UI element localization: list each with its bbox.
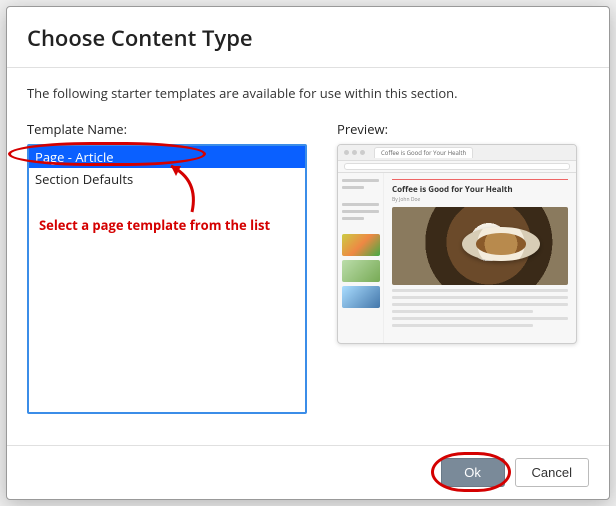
- dialog-footer: Ok Cancel: [7, 445, 609, 499]
- list-item[interactable]: Section Defaults: [29, 168, 305, 190]
- choose-content-type-dialog: Choose Content Type The following starte…: [6, 6, 610, 500]
- dialog-header: Choose Content Type: [7, 7, 609, 68]
- preview-main: Coffee is Good for Your Health By John D…: [384, 173, 576, 343]
- preview-article-image: [392, 207, 568, 285]
- template-listbox[interactable]: Page - Article Section Defaults: [27, 144, 307, 414]
- preview-byline: By John Doe: [392, 197, 568, 203]
- browser-chrome-top: Coffee is Good for Your Health: [338, 145, 576, 161]
- dialog-title: Choose Content Type: [27, 23, 589, 53]
- preview-label: Preview:: [337, 120, 589, 138]
- ok-button[interactable]: Ok: [441, 458, 505, 487]
- preview-article-title: Coffee is Good for Your Health: [392, 184, 568, 195]
- preview-sidebar: [338, 173, 384, 343]
- intro-text: The following starter templates are avai…: [27, 84, 589, 102]
- browser-tab-title: Coffee is Good for Your Health: [374, 147, 473, 158]
- preview-pane: Coffee is Good for Your Health: [337, 144, 577, 344]
- dialog-body: The following starter templates are avai…: [7, 68, 609, 445]
- list-item[interactable]: Page - Article: [29, 146, 305, 168]
- template-name-label: Template Name:: [27, 120, 307, 138]
- browser-url-bar: [338, 161, 576, 173]
- cancel-button[interactable]: Cancel: [515, 458, 589, 487]
